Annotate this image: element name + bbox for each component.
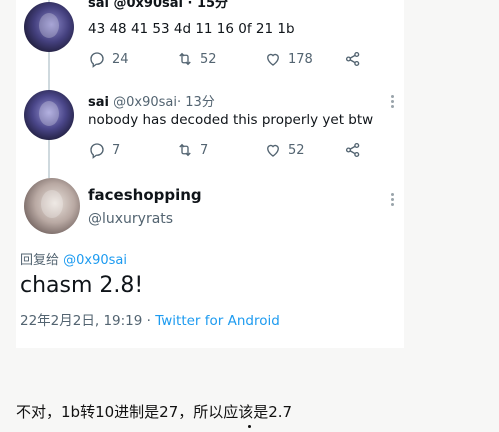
reply-to-line: 回复给 @0x90sai xyxy=(20,249,127,268)
tweet2-more-icon[interactable] xyxy=(389,93,395,110)
avatar-sai-1[interactable] xyxy=(24,2,74,52)
tweet1-header-text: sai @0x90sai · 15分 xyxy=(88,0,229,11)
tweet3-meta: 22年2月2日, 19:19 · Twitter for Android xyxy=(20,309,280,329)
tweet1-retweet-count: 52 xyxy=(200,51,217,67)
heart-icon xyxy=(267,144,279,157)
tweet3-name[interactable]: faceshopping xyxy=(88,186,202,204)
reply-to-handle[interactable]: @0x90sai xyxy=(63,253,127,268)
retweet-icon xyxy=(179,143,191,157)
tweet1-share-button[interactable] xyxy=(344,50,362,68)
tweet2-name[interactable]: sai xyxy=(88,95,109,110)
tweet2-reply-button[interactable]: 7 xyxy=(88,141,120,159)
tweet3-source[interactable]: Twitter for Android xyxy=(155,313,280,329)
tweet1-like-button[interactable]: 178 xyxy=(264,50,313,68)
retweet-icon xyxy=(179,52,191,66)
tweet1-reply-count: 24 xyxy=(112,51,129,67)
tweet2-body: nobody has decoded this properly yet btw xyxy=(88,112,374,128)
share-icon xyxy=(345,51,360,67)
tweet3-more-icon[interactable] xyxy=(389,191,395,208)
tweet2-actions: 7 7 52 xyxy=(88,141,388,159)
share-icon xyxy=(345,142,360,158)
tweet2-time[interactable]: · 13分 xyxy=(177,95,215,110)
tweet1-actions: 24 52 178 xyxy=(88,50,388,68)
heart-icon xyxy=(267,53,279,66)
tweet2-handle[interactable]: @0x90sai xyxy=(113,95,177,110)
tweet2-reply-count: 7 xyxy=(112,142,121,158)
avatar-sai-2[interactable] xyxy=(24,90,74,140)
tweet1-body: 43 48 41 53 4d 11 16 0f 21 1b xyxy=(88,21,295,37)
reply-to-prefix: 回复给 xyxy=(20,253,60,268)
tweet3-separator: · xyxy=(142,313,156,329)
tweet2-retweet-count: 7 xyxy=(200,142,209,158)
tweet2-header: sai @0x90sai· 13分 xyxy=(88,91,215,110)
tweet1-retweet-button[interactable]: 52 xyxy=(176,50,217,68)
tweet2-like-count: 52 xyxy=(288,142,305,158)
tweet3-date[interactable]: 22年2月2日, 19:19 xyxy=(20,313,142,329)
caption-text: 不对，1b转10进制是27，所以应该是2.7 xyxy=(16,403,293,421)
tweet-screenshot: sai @0x90sai · 15分 43 48 41 53 4d 11 16 … xyxy=(16,0,404,348)
tweet1-header: sai @0x90sai · 15分 xyxy=(88,0,228,11)
reply-icon xyxy=(90,143,104,159)
tweet1-reply-button[interactable]: 24 xyxy=(88,50,129,68)
avatar-faceshopping[interactable] xyxy=(24,178,80,234)
tweet2-like-button[interactable]: 52 xyxy=(264,141,305,159)
reply-icon xyxy=(90,52,104,68)
decorative-dot xyxy=(248,425,251,428)
tweet3-body: chasm 2.8! xyxy=(20,273,144,298)
tweet3-handle[interactable]: @luxuryrats xyxy=(88,211,173,227)
tweet2-share-button[interactable] xyxy=(344,141,362,159)
tweet2-retweet-button[interactable]: 7 xyxy=(176,141,208,159)
tweet1-like-count: 178 xyxy=(288,51,313,67)
